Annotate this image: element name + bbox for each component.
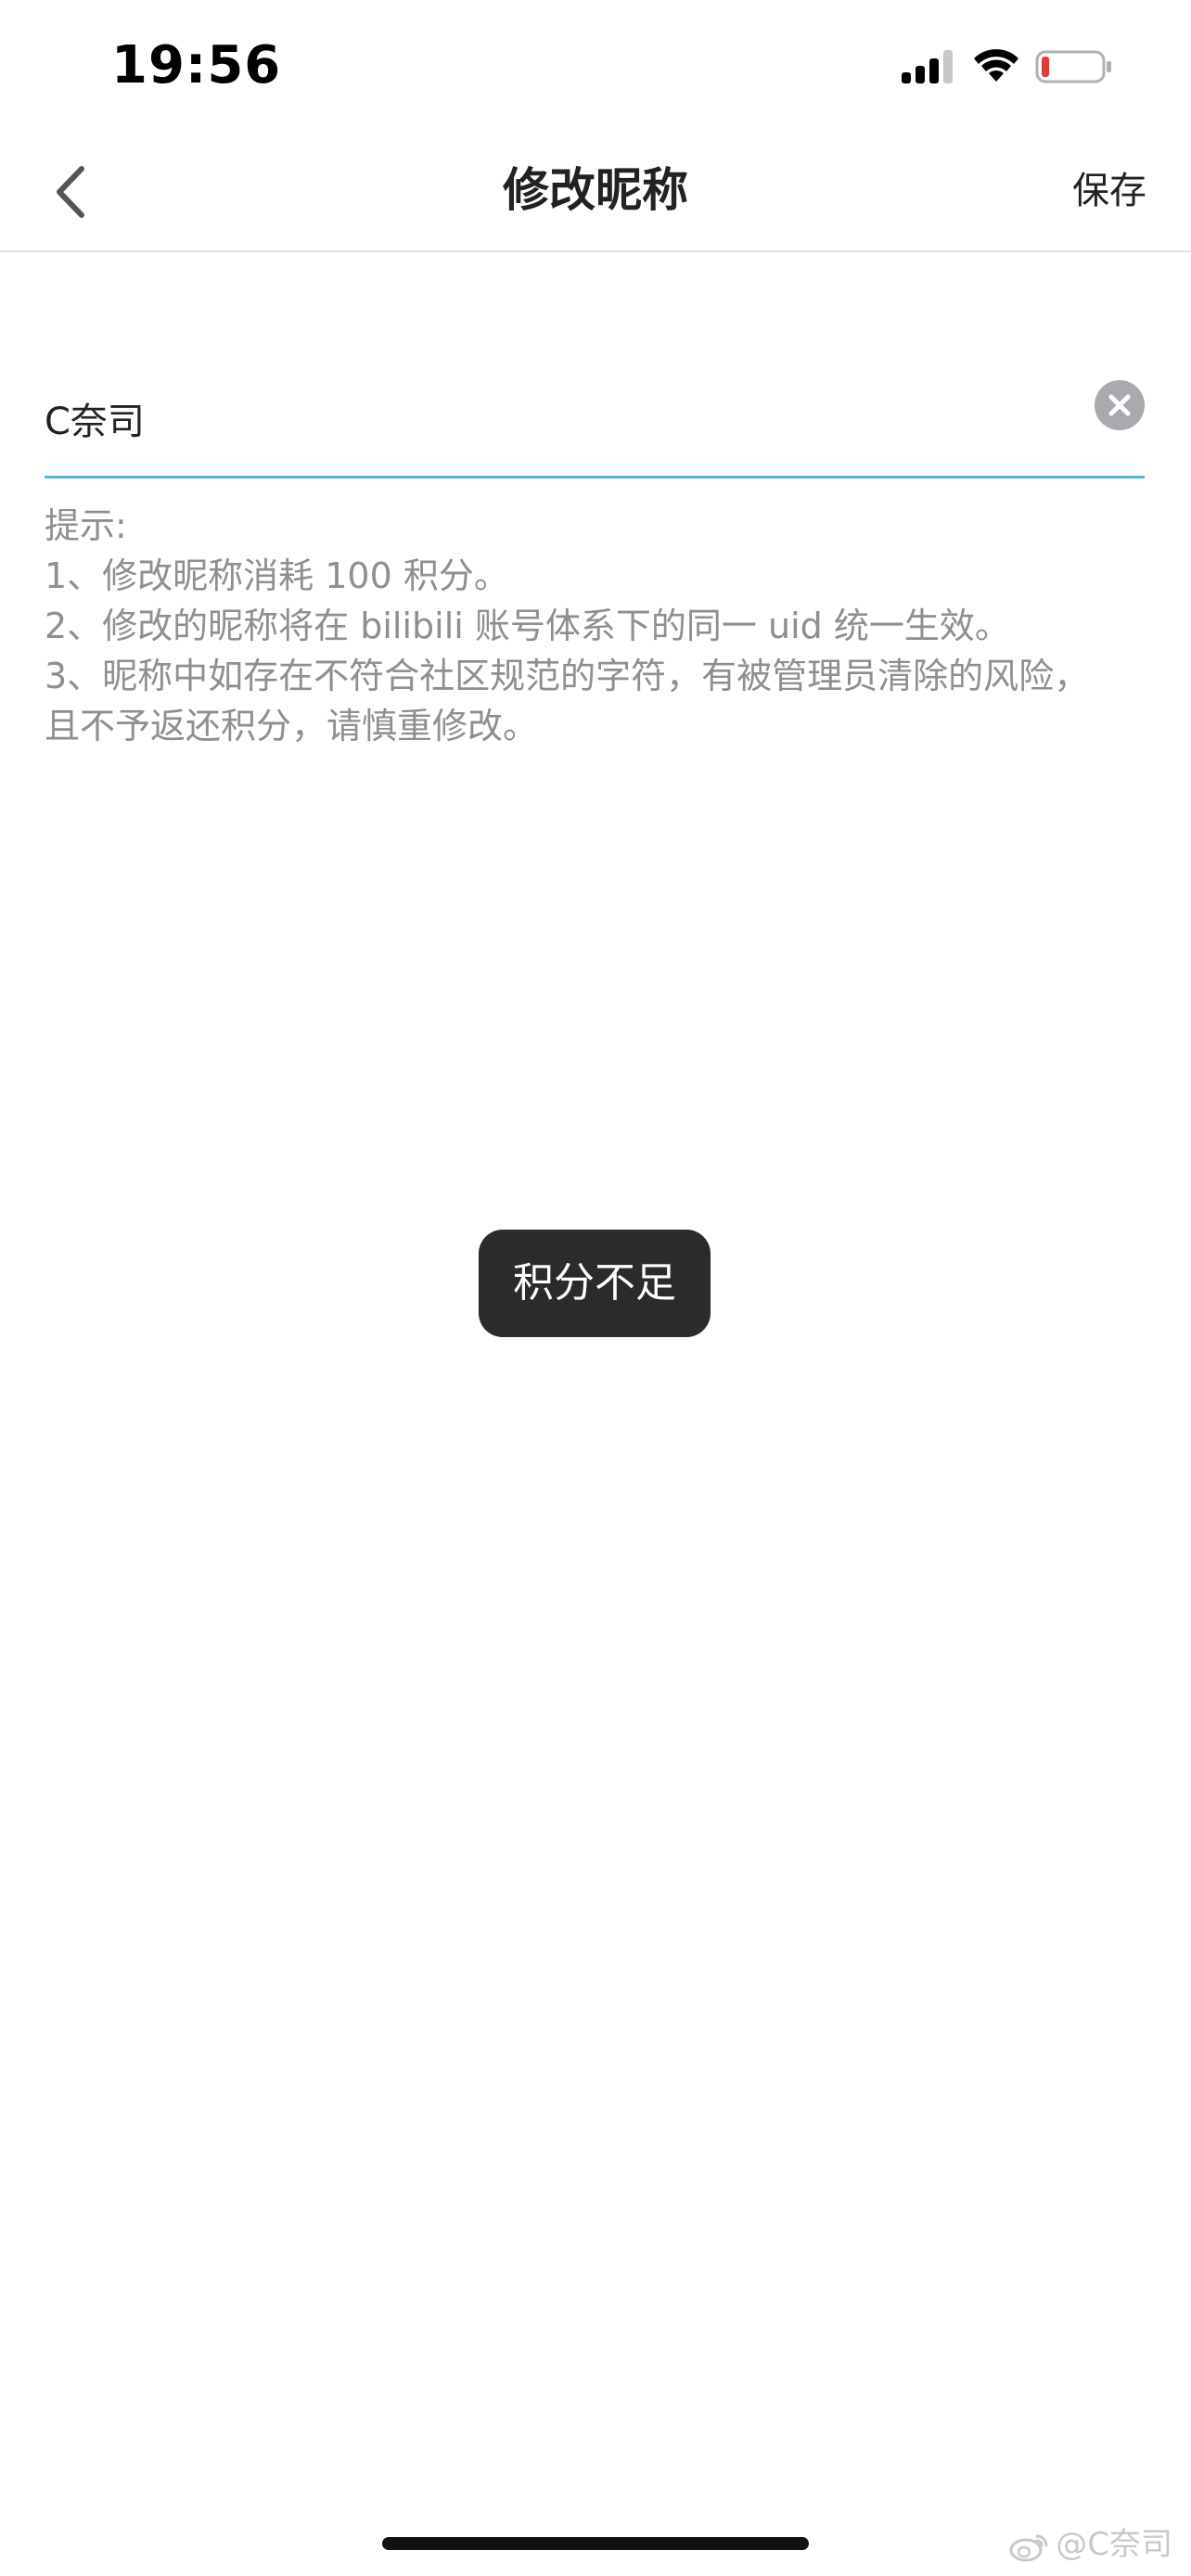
hint-line: 提示: — [45, 505, 127, 546]
weibo-icon — [1009, 2534, 1048, 2561]
close-circle-icon — [1108, 394, 1131, 416]
nickname-field — [45, 358, 1145, 478]
toast-message: 积分不足 — [479, 1230, 711, 1337]
status-bar: 19:56 — [0, 0, 1191, 130]
wifi-icon — [974, 49, 1018, 82]
hint-text: 提示: 1、修改昵称消耗 100 积分。 2、修改的昵称将在 bilibili … — [45, 501, 1148, 751]
watermark-text: @C奈司 — [1056, 2526, 1172, 2563]
watermark: @C奈司 — [1009, 2524, 1172, 2565]
status-time: 19:56 — [111, 35, 282, 96]
home-indicator[interactable] — [382, 2537, 809, 2550]
hint-line: 1、修改昵称消耗 100 积分。 — [45, 555, 509, 596]
cellular-signal-icon — [902, 50, 953, 83]
nickname-input[interactable] — [45, 386, 1046, 451]
screen: 19:56 修改昵称 保存 C奈司 提示: 1、修改昵称消耗 100 积分。 2… — [0, 0, 1191, 2576]
clear-input-button[interactable] — [1095, 380, 1145, 430]
battery-icon — [1035, 50, 1111, 83]
nav-bar: 修改昵称 保存 — [0, 130, 1191, 252]
page-title: 修改昵称 — [503, 163, 688, 217]
hint-line: 3、昵称中如存在不符合社区规范的字符，有被管理员清除的风险， — [45, 656, 1090, 696]
hint-line: 2、修改的昵称将在 bilibili 账号体系下的同一 uid 统一生效。 — [45, 606, 1010, 646]
save-button[interactable]: 保存 — [1072, 165, 1146, 217]
hint-line: 且不予返还积分，请慎重修改。 — [45, 706, 539, 746]
